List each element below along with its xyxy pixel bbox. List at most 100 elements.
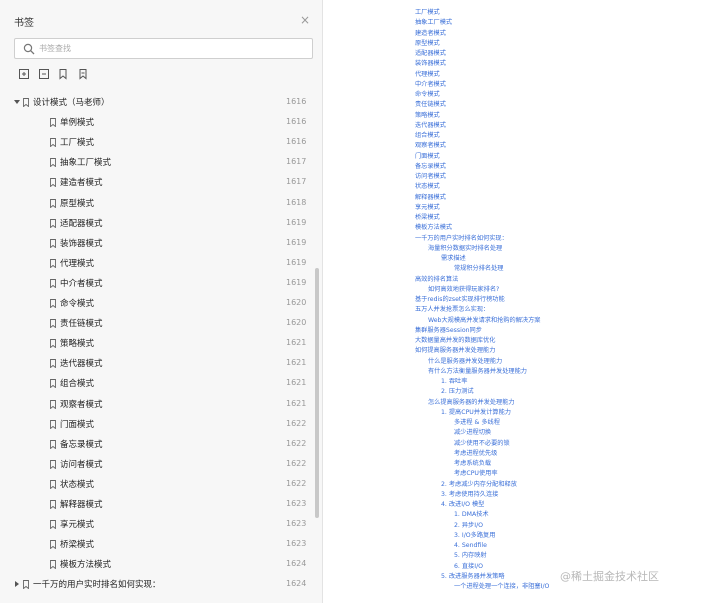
bookmark-icon — [50, 319, 56, 329]
bookmark-item[interactable]: 一千万的用户实时排名如何实现： 1624 — [0, 574, 312, 594]
bookmark-item[interactable]: 观察者模式 1621 — [0, 394, 312, 414]
toc-link[interactable]: 需求描述 — [441, 255, 466, 263]
bookmark-item[interactable]: 原型模式 1618 — [0, 193, 312, 213]
toc-link[interactable]: 考虑系统负载 — [454, 460, 491, 468]
toc-link[interactable]: 中介者模式 — [415, 81, 446, 89]
toc-link[interactable]: 有什么方法衡量服务器并发处理能力 — [428, 368, 527, 376]
bookmark-item[interactable]: 责任链模式 1620 — [0, 313, 312, 333]
collapse-all-icon[interactable] — [38, 68, 50, 80]
toc-link[interactable]: 工厂模式 — [415, 9, 440, 17]
toc-link[interactable]: 6. 直接I/O — [454, 563, 483, 571]
toc-link[interactable]: 集群服务器Session同步 — [415, 327, 482, 335]
bookmark-item[interactable]: 迭代器模式 1621 — [0, 353, 312, 373]
toc-link[interactable]: 代理模式 — [415, 71, 440, 79]
toc-link[interactable]: 2. 考虑减少内存分配和释放 — [441, 481, 517, 489]
toc-link[interactable]: 状态模式 — [415, 183, 440, 191]
toc-link[interactable]: 一千万的用户实时排名如何实现： — [415, 235, 508, 243]
bookmark-item[interactable]: 解释器模式 1623 — [0, 494, 312, 514]
add-bookmark-icon[interactable] — [57, 68, 69, 80]
toc-link[interactable]: 模板方法模式 — [415, 224, 452, 232]
toc-link[interactable]: 解释器模式 — [415, 194, 446, 202]
bookmark-item[interactable]: 工厂模式 1616 — [0, 132, 312, 152]
toc-link[interactable]: 3. I/O多路复用 — [454, 532, 495, 540]
bookmark-page-number: 1617 — [286, 177, 307, 187]
bookmark-page-number: 1621 — [286, 358, 307, 368]
scrollbar[interactable] — [314, 92, 320, 603]
toc-link[interactable]: 5. 内存映射 — [454, 552, 487, 560]
toc-link[interactable]: 1. 吞吐率 — [441, 378, 467, 386]
toc-link[interactable]: 装饰器模式 — [415, 60, 446, 68]
bookmark-item[interactable]: 享元模式 1623 — [0, 514, 312, 534]
bookmark-item[interactable]: 适配器模式 1619 — [0, 213, 312, 233]
scrollbar-thumb[interactable] — [315, 268, 319, 518]
close-icon[interactable]: × — [298, 13, 312, 27]
toc-link[interactable]: 如何提高服务器并发处理能力 — [415, 347, 495, 355]
toc-link[interactable]: 高效的排名算法 — [415, 276, 458, 284]
expand-all-icon[interactable] — [18, 68, 30, 80]
toc-link[interactable]: 策略模式 — [415, 112, 440, 120]
toc-link[interactable]: 访问者模式 — [415, 173, 446, 181]
chevron-down-icon[interactable] — [14, 99, 20, 105]
bookmark-item[interactable]: 桥梁模式 1623 — [0, 534, 312, 554]
toc-link[interactable]: 组合模式 — [415, 132, 440, 140]
toc-link[interactable]: 基于redis的zset实现排行榜功能 — [415, 296, 505, 304]
toc-link[interactable]: 观察者模式 — [415, 142, 446, 150]
toc-link[interactable]: 减少使用不必要的锁 — [454, 440, 510, 448]
toc-link[interactable]: 原型模式 — [415, 40, 440, 48]
bookmark-item[interactable]: 命令模式 1620 — [0, 293, 312, 313]
toc-link[interactable]: 海量积分数据实时排名处理 — [428, 245, 502, 253]
bookmark-item[interactable]: 单例模式 1616 — [0, 112, 312, 132]
chevron-right-icon[interactable] — [14, 581, 20, 588]
toc-link[interactable]: 5. 改进服务器并发策略 — [441, 573, 505, 581]
toc-link[interactable]: Web大规模高并发请求和抢购的解决方案 — [428, 317, 541, 325]
toc-link[interactable]: 桥梁模式 — [415, 214, 440, 222]
toc-link[interactable]: 命令模式 — [415, 91, 440, 99]
toc-link[interactable]: 一个进程处理一个连接，非阻塞I/O — [454, 583, 549, 591]
toc-link[interactable]: 迭代器模式 — [415, 122, 446, 130]
bookmark-item[interactable]: 抽象工厂模式 1617 — [0, 152, 312, 172]
bookmark-item[interactable]: 门面模式 1622 — [0, 414, 312, 434]
search-input[interactable] — [39, 41, 299, 56]
toc-link[interactable]: 4. 改进I/O 模型 — [441, 501, 484, 509]
toc-link[interactable]: 适配器模式 — [415, 50, 446, 58]
toc-link[interactable]: 怎么提高服务器的并发处理能力 — [428, 399, 515, 407]
toc-link[interactable]: 抽象工厂模式 — [415, 19, 452, 27]
bookmark-item[interactable]: 建造者模式 1617 — [0, 172, 312, 192]
bookmark-item[interactable]: 代理模式 1619 — [0, 253, 312, 273]
bookmark-item[interactable]: 装饰器模式 1619 — [0, 233, 312, 253]
toc-link[interactable]: 2. 压力测试 — [441, 388, 474, 396]
toc-link[interactable]: 减少进程切换 — [454, 429, 491, 437]
bookmark-item[interactable]: 备忘录模式 1622 — [0, 434, 312, 454]
bookmark-item[interactable]: 模板方法模式 1624 — [0, 554, 312, 574]
toc-link[interactable]: 考虑CPU使用率 — [454, 470, 498, 478]
bookmark-item[interactable]: 组合模式 1621 — [0, 373, 312, 393]
toc-link[interactable]: 备忘录模式 — [415, 163, 446, 171]
toc-link[interactable]: 1. 提高CPU并发计算能力 — [441, 409, 511, 417]
remove-bookmark-icon[interactable] — [77, 68, 89, 80]
bookmark-label: 门面模式 — [60, 419, 95, 430]
bookmark-panel: 书签 × 设计模式（马老师） 1616 单例模式 1616 工厂模式 1616 抽象工厂模式… — [0, 0, 323, 603]
toc-link[interactable]: 门面模式 — [415, 153, 440, 161]
bookmark-item[interactable]: 设计模式（马老师） 1616 — [0, 92, 312, 112]
toc-link[interactable]: 大数据量高并发的数据库优化 — [415, 337, 495, 345]
bookmark-item[interactable]: 状态模式 1622 — [0, 474, 312, 494]
toc-link[interactable]: 2. 异步I/O — [454, 522, 483, 530]
toc-link[interactable]: 3. 考虑使用持久连接 — [441, 491, 498, 499]
toc-link[interactable]: 如何高效地获得玩家排名? — [428, 286, 499, 294]
toc-link[interactable]: 1. DMA技术 — [454, 511, 489, 519]
toc-link[interactable]: 考虑进程优先级 — [454, 450, 497, 458]
bookmark-icon — [50, 299, 56, 308]
bookmark-item[interactable]: 访问者模式 1622 — [0, 454, 312, 474]
toc-link[interactable]: 建造者模式 — [415, 30, 446, 38]
toc-link[interactable]: 五万人并发抢票怎么实现： — [415, 306, 489, 314]
panel-header: 书签 × — [0, 0, 322, 36]
bookmark-search[interactable] — [14, 38, 313, 59]
toc-link[interactable]: 多进程 & 多线程 — [454, 419, 500, 427]
bookmark-item[interactable]: 中介者模式 1619 — [0, 273, 312, 293]
toc-link[interactable]: 4. Sendfile — [454, 542, 487, 550]
toc-link[interactable]: 责任链模式 — [415, 101, 446, 109]
toc-link[interactable]: 享元模式 — [415, 204, 440, 212]
bookmark-item[interactable]: 策略模式 1621 — [0, 333, 312, 353]
toc-link[interactable]: 什么是服务器并发处理能力 — [428, 358, 502, 366]
toc-link[interactable]: 常规积分排名处理 — [454, 265, 504, 273]
